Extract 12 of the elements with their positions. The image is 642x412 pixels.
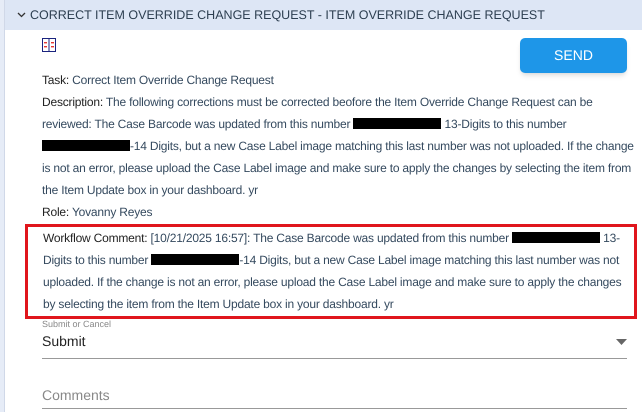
dropdown-value: Submit [42,332,86,351]
panel-title: CORRECT ITEM OVERRIDE CHANGE REQUEST - ITEM OVERRIDE CHANGE REQUEST [30,6,545,24]
field-label: Submit or Cancel [42,319,112,329]
detail-text: Description: The following corrections must be corrected beofore the Item Override Change Request can be reviewed: The Case Barcode was updated from this number 13-Digits to this number -14 Digits, but a new Case Label image matching this last number was not uploaded. If the change is not an error, please upload the Case Label image and make sure to apply the changes by selecting the item from the Item Update box in your dashboard. yr [42,94,634,199]
workflow-comment: Workflow Comment: [10/21/2025 16:57]: The Case Barcode was updated from this number 13-Digits to this number -14 Digits, but a new Case Label image matching this last number was not uploaded. If the change is not an error, please upload the Case Label image and make sure to apply the changes by selecting the item from the Item Update box in your dashboard. yr [43,230,622,313]
comments-field[interactable]: Comments [42,381,627,409]
panel-header[interactable]: CORRECT ITEM OVERRIDE CHANGE REQUEST - ITEM OVERRIDE CHANGE REQUEST [5,0,642,30]
dropdown-arrow-icon [616,338,627,344]
detail-text: Task: Correct Item Override Change Request [42,72,275,89]
form-icon[interactable] [42,38,56,52]
decision-dropdown[interactable]: Submit or Cancel Submit [42,319,627,359]
detail-text: Role: Yovanny Reyes [42,204,154,221]
